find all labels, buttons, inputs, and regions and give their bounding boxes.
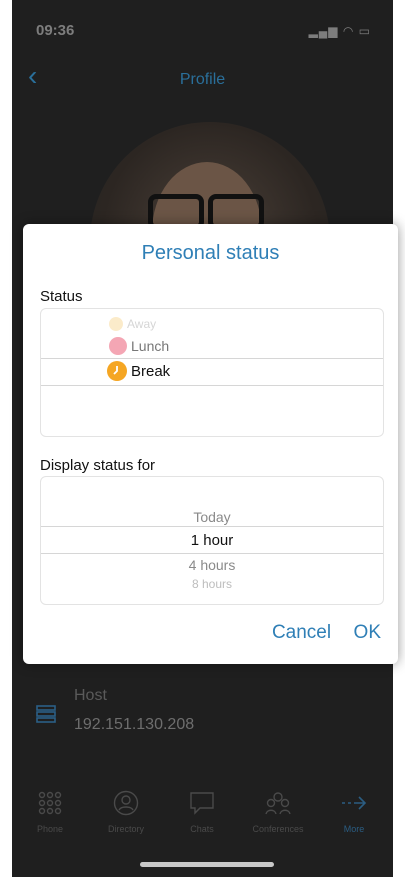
status-option-away[interactable]: Away bbox=[109, 317, 383, 331]
duration-option-4-hours[interactable]: 4 hours bbox=[41, 557, 383, 573]
arrow-right-icon bbox=[316, 788, 392, 818]
duration-option-8-hours[interactable]: 8 hours bbox=[41, 577, 383, 591]
home-indicator[interactable] bbox=[140, 862, 274, 867]
tab-directory-label: Directory bbox=[107, 824, 144, 834]
server-icon bbox=[36, 705, 56, 723]
duration-picker[interactable]: Today 1 hour 4 hours 8 hours bbox=[40, 476, 384, 605]
status-picker[interactable]: Away Lunch Break bbox=[40, 308, 384, 437]
chat-icon bbox=[164, 788, 240, 818]
tab-conferences-label: Conferences bbox=[252, 824, 304, 834]
status-label: Status bbox=[40, 288, 83, 305]
tab-directory[interactable]: Directory bbox=[88, 788, 164, 834]
page-title: Profile bbox=[179, 71, 226, 88]
ok-button[interactable]: OK bbox=[354, 622, 381, 643]
cancel-button[interactable]: Cancel bbox=[272, 622, 331, 643]
status-option-lunch[interactable]: Lunch bbox=[109, 337, 383, 355]
dialog-actions: Cancel OK bbox=[254, 622, 381, 644]
contact-icon bbox=[88, 788, 164, 818]
avatar-glasses bbox=[148, 194, 266, 230]
dialog-title: Personal status bbox=[141, 242, 280, 264]
clock-icon bbox=[107, 361, 127, 381]
tab-conferences[interactable]: Conferences bbox=[240, 788, 316, 834]
personal-status-dialog: Personal status Status Away Lunch Break … bbox=[23, 224, 398, 664]
status-bar: 09:36 ▂▄▆ ◠ ▭ bbox=[12, 0, 393, 48]
grid-icon bbox=[12, 788, 88, 818]
nav-bar: ‹ Profile bbox=[12, 58, 393, 98]
signal-wifi-battery-icon: ▂▄▆ ◠ ▭ bbox=[308, 24, 371, 38]
status-option-break[interactable]: Break bbox=[107, 361, 383, 381]
tab-bar: Phone Directory Chats Conferences More bbox=[12, 788, 393, 848]
display-status-label: Display status for bbox=[40, 457, 156, 474]
host-label: Host bbox=[74, 687, 107, 704]
tab-chats[interactable]: Chats bbox=[164, 788, 240, 834]
duration-option-today[interactable]: Today bbox=[41, 509, 383, 525]
tab-chats-label: Chats bbox=[190, 824, 214, 834]
group-icon bbox=[240, 788, 316, 818]
tab-more[interactable]: More bbox=[316, 788, 392, 834]
lunch-status-icon bbox=[109, 337, 127, 355]
host-value: 192.151.130.208 bbox=[74, 716, 195, 733]
clock: 09:36 bbox=[36, 22, 75, 39]
tab-more-label: More bbox=[343, 824, 365, 834]
duration-option-1-hour[interactable]: 1 hour bbox=[41, 532, 383, 549]
away-status-icon bbox=[109, 317, 123, 331]
tab-phone[interactable]: Phone bbox=[12, 788, 88, 834]
tab-phone-label: Phone bbox=[36, 824, 64, 834]
